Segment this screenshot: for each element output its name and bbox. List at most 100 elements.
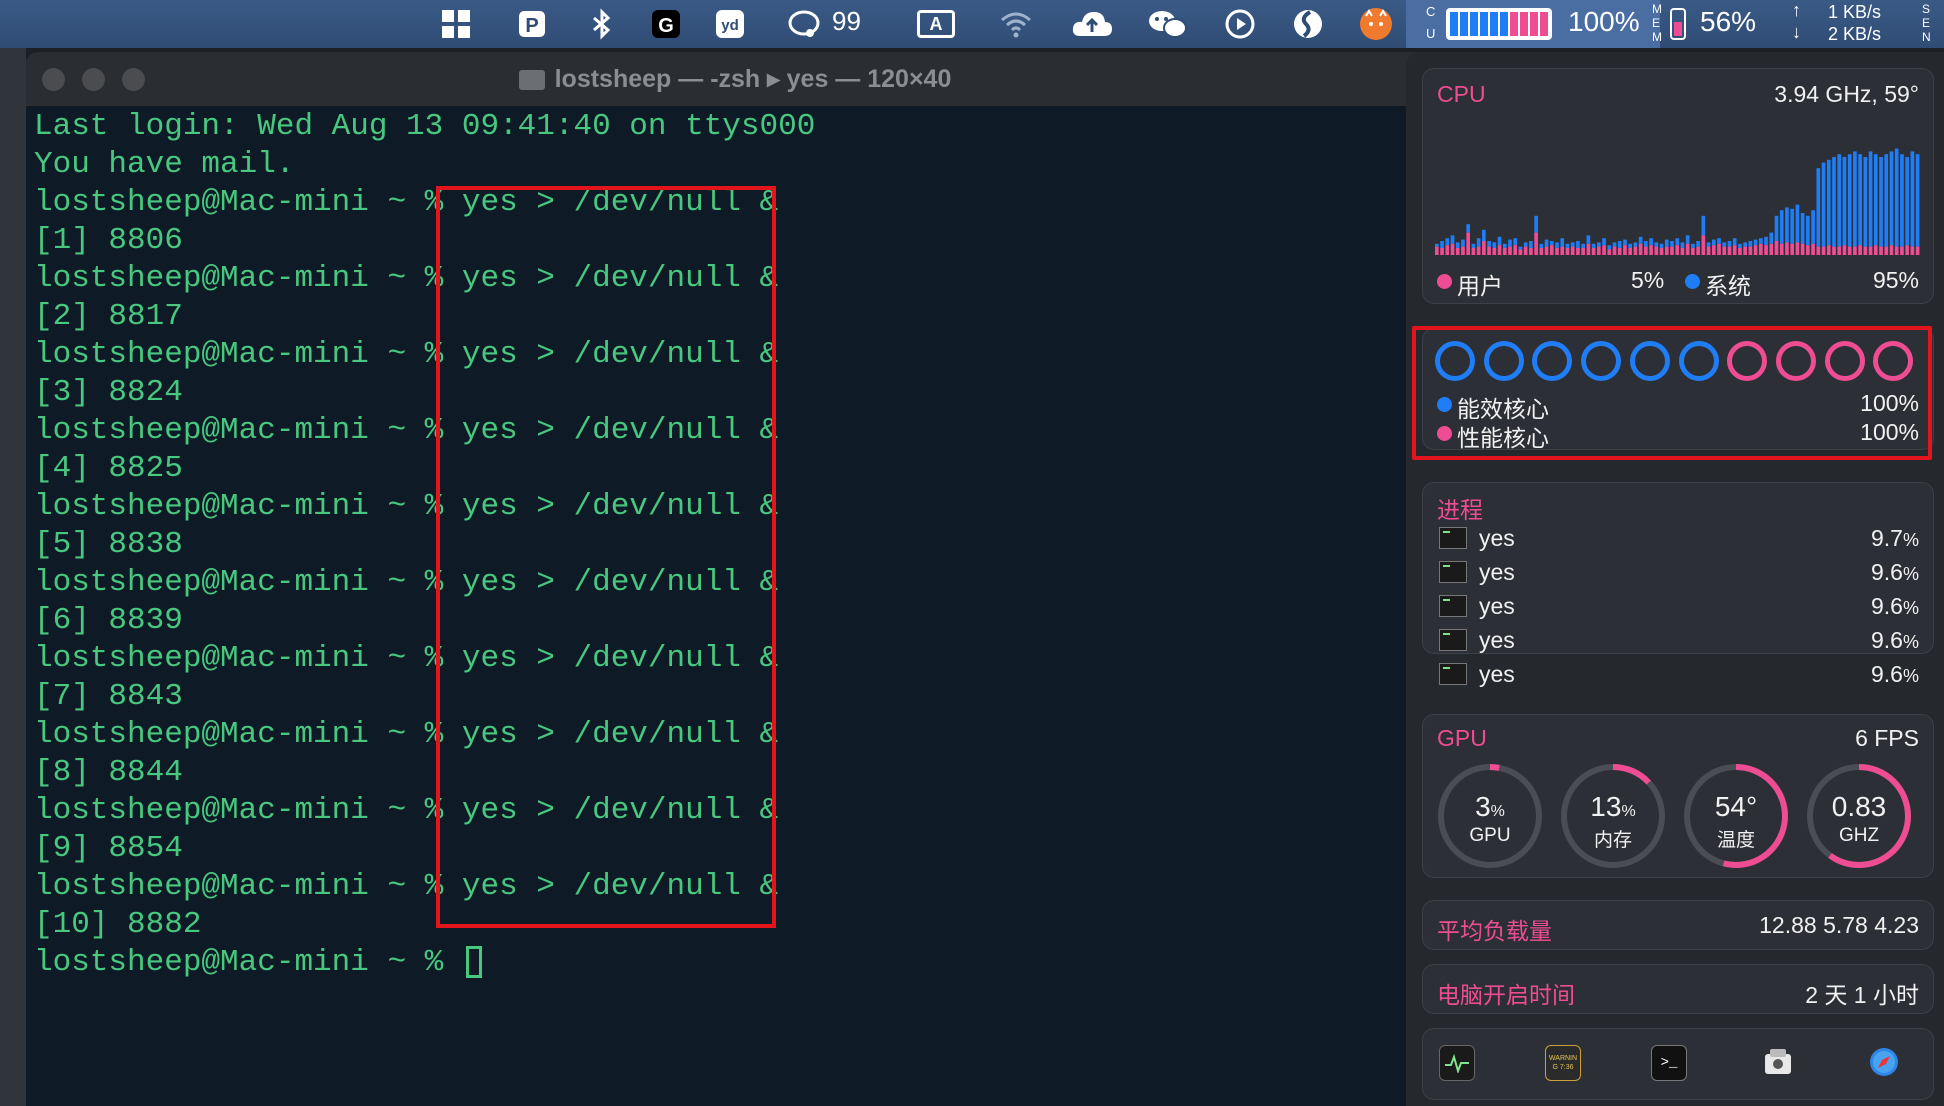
cpu-user-bar	[1560, 246, 1565, 255]
console-warning-icon[interactable]: WARNIN G 7:36	[1545, 1045, 1581, 1081]
mem-label-mid: E	[1652, 16, 1661, 30]
process-cpu-number: 9.6	[1871, 593, 1903, 619]
cpu-system-bar	[1847, 154, 1852, 247]
process-terminal-icon	[1439, 629, 1467, 651]
cpu-system-bar	[1497, 236, 1502, 246]
cpu-system-bar	[1769, 232, 1774, 244]
cpu-user-bar	[1576, 248, 1580, 255]
cpu-user-bar	[1863, 246, 1868, 255]
gauge-value-number: 3	[1475, 791, 1491, 822]
cpu-user-bar	[1670, 246, 1674, 255]
uptime-value: 2 天 1 小时	[1805, 982, 1919, 1008]
prompt-line[interactable]: lostsheep@Mac-mini ~ %	[34, 944, 1444, 982]
process-cpu-number: 9.6	[1871, 627, 1903, 653]
cpu-system-bar	[1597, 242, 1601, 247]
cpu-system-bar	[1764, 236, 1768, 246]
process-name[interactable]: yes	[1479, 559, 1515, 586]
cpu-system-bar	[1717, 238, 1721, 244]
chat-icon[interactable]	[786, 6, 822, 42]
process-name[interactable]: yes	[1479, 593, 1515, 620]
cpu-user-bar	[1617, 248, 1622, 255]
cpu-system-bar	[1837, 154, 1842, 247]
cpu-user-bar	[1570, 246, 1575, 255]
cpu-card[interactable]: CPU 3.94 GHz, 59° 用户 5% 系统 95%	[1422, 68, 1934, 304]
cpu-user-bar	[1790, 243, 1795, 255]
process-terminal-icon	[1439, 663, 1467, 685]
cloud-upload-icon[interactable]	[1070, 6, 1114, 42]
uptime-card[interactable]: 电脑开启时间 2 天 1 小时	[1422, 964, 1934, 1014]
cpu-system-bar	[1513, 238, 1518, 246]
process-name[interactable]: yes	[1479, 525, 1515, 552]
user-label: 用户	[1457, 273, 1503, 299]
gauge-value-number: 0.83	[1831, 791, 1887, 822]
cpu-user-bar	[1649, 245, 1653, 255]
cpu-system-bar	[1482, 229, 1486, 241]
sync-icon[interactable]	[1290, 6, 1326, 42]
processes-card[interactable]: 进程 yes 9.7% yes 9.6% yes 9.6% yes 9.6% yes 9.6%	[1422, 482, 1934, 687]
sensor-label-top: S	[1922, 2, 1931, 16]
activity-monitor-icon[interactable]	[1439, 1045, 1475, 1081]
process-cpu-value: 9.6%	[1871, 559, 1919, 586]
cpu-user-bar	[1508, 246, 1512, 255]
console-warning-time: G 7:36	[1552, 1064, 1574, 1071]
terminal-titlebar[interactable]: lostsheep — -zsh ▸ yes — 120×40	[26, 52, 1444, 106]
input-source-label: A	[917, 10, 955, 38]
process-name[interactable]: yes	[1479, 627, 1515, 654]
cpu-user-bar	[1644, 246, 1648, 255]
safari-icon[interactable]	[1867, 1045, 1901, 1079]
processes-title: 进程	[1437, 497, 1483, 523]
cpu-user-bar	[1879, 246, 1883, 255]
cpu-user-bar	[1539, 248, 1544, 255]
wifi-icon[interactable]	[998, 6, 1034, 42]
cpu-system-bar	[1685, 235, 1690, 244]
cpu-user-bar	[1487, 246, 1491, 255]
cpu-system-bar	[1523, 242, 1528, 247]
cpu-user-bar	[1633, 246, 1638, 255]
cpu-system-bar	[1696, 241, 1700, 247]
youdao-dict-icon[interactable]: yd	[712, 6, 748, 42]
folder-icon	[518, 70, 545, 91]
prompt-text: lostsheep@Mac-mini ~ %	[34, 945, 462, 980]
cpu-system-bar	[1743, 242, 1747, 247]
wechat-icon[interactable]	[1146, 6, 1190, 42]
process-cpu-number: 9.6	[1871, 559, 1903, 585]
cpu-user-bar	[1853, 246, 1857, 255]
load-card[interactable]: 平均负载量 12.88 5.78 4.23	[1422, 900, 1934, 950]
svg-text:P: P	[525, 15, 538, 37]
gpu-card[interactable]: GPU 6 FPS 3% GPU 13% 内存 54° 温度 0.83 GHZ	[1422, 714, 1934, 878]
cpu-system-bar	[1706, 242, 1711, 247]
windows-grid-icon[interactable]	[438, 6, 474, 42]
cpu-user-bar	[1628, 248, 1633, 255]
cpu-user-bar	[1910, 246, 1915, 255]
cpu-system-bar	[1779, 210, 1784, 244]
cpu-title: CPU	[1437, 81, 1486, 107]
process-cpu-value: 9.7%	[1871, 525, 1919, 552]
cpu-user-bar	[1717, 243, 1721, 255]
cpu-system-bar	[1910, 151, 1915, 247]
cpu-user-bar	[1638, 243, 1643, 255]
cpu-user-bar	[1549, 245, 1554, 255]
cpu-menu-meter[interactable]: C U 100%	[1406, 0, 1660, 48]
cpu-user-bar	[1732, 245, 1737, 255]
process-name[interactable]: yes	[1479, 661, 1515, 688]
cpu-user-bar	[1476, 246, 1481, 255]
cpu-user-bar	[1471, 248, 1476, 255]
system-info-icon[interactable]	[1761, 1045, 1795, 1079]
g-hub-icon[interactable]: G	[648, 6, 684, 42]
memory-percent[interactable]: 56%	[1700, 6, 1756, 38]
gauge-label: 内存	[1593, 830, 1632, 851]
process-terminal-icon	[1439, 595, 1467, 617]
cpu-system-bar	[1675, 238, 1680, 246]
input-source-icon[interactable]: A	[916, 6, 956, 42]
cpu-user-bar	[1680, 248, 1685, 255]
terminal-app-icon[interactable]: >_	[1651, 1045, 1687, 1081]
cpu-system-bar	[1800, 213, 1805, 244]
play-icon[interactable]	[1222, 6, 1258, 42]
cat-app-icon[interactable]	[1358, 6, 1394, 42]
bluetooth-icon[interactable]	[584, 6, 620, 42]
parallels-icon[interactable]: P	[514, 6, 550, 42]
cpu-user-bar	[1785, 242, 1789, 255]
cpu-user-bar	[1529, 248, 1533, 255]
cpu-system-bar	[1748, 241, 1753, 247]
cpu-user-bar	[1555, 248, 1559, 255]
